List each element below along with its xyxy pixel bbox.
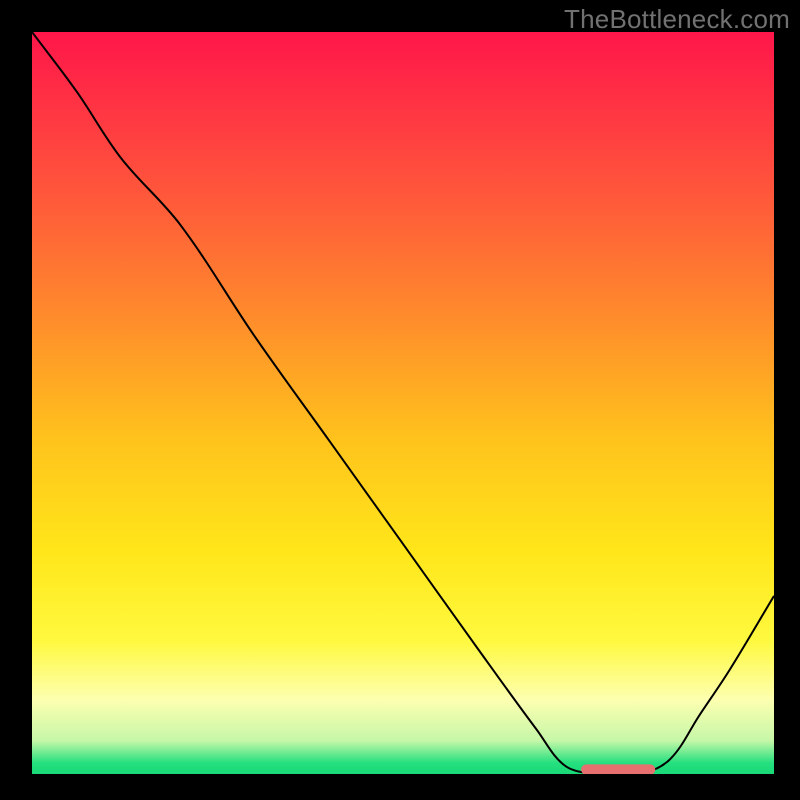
- bottleneck-chart: [32, 32, 774, 774]
- sweet-spot-marker: [581, 764, 655, 774]
- watermark-text: TheBottleneck.com: [564, 4, 790, 35]
- gradient-background: [32, 32, 774, 774]
- plot-area: [32, 32, 774, 774]
- chart-frame: TheBottleneck.com: [0, 0, 800, 800]
